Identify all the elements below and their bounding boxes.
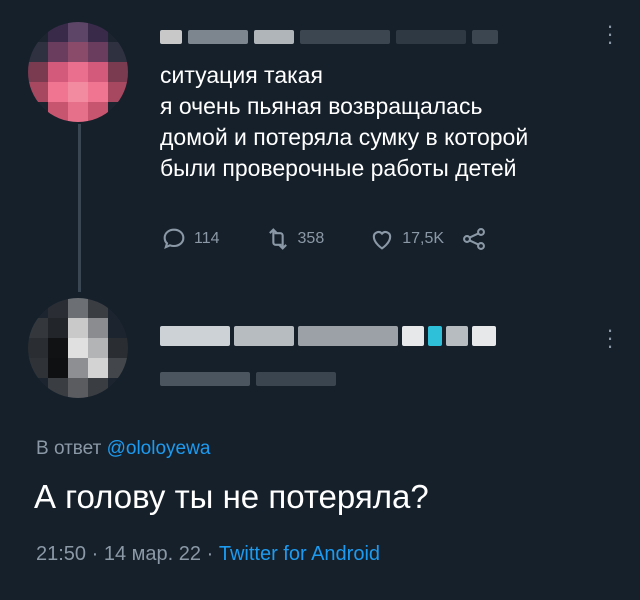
reply-context: В ответ @ololoyewa: [36, 438, 210, 460]
reply-author-name-censored[interactable]: [160, 326, 496, 346]
reply-handle-link[interactable]: @ololoyewa: [107, 438, 211, 459]
reply-button[interactable]: 114: [160, 225, 220, 253]
tweet-metadata: 21:50 · 14 мар. 22 · Twitter for Android: [36, 543, 380, 566]
original-tweet-line: были проверочные работы детей: [160, 155, 517, 181]
original-tweet-line: ситуация такая: [160, 62, 323, 88]
original-tweet-line: домой и потеряла сумку в которой: [160, 124, 529, 150]
like-button[interactable]: 17,5K: [368, 225, 444, 253]
reply-icon: [163, 228, 185, 250]
tweet-client-link[interactable]: Twitter for Android: [219, 543, 380, 565]
reply-author-handle-censored[interactable]: [160, 372, 336, 386]
reply-prefix: В ответ: [36, 438, 102, 459]
original-author-name-censored[interactable]: [160, 30, 498, 44]
reply-tweet-text: А голову ты не потеряла?: [34, 478, 429, 515]
tweet-date[interactable]: 14 мар. 22: [104, 543, 201, 565]
reply-more-icon[interactable]: · · ·: [600, 319, 620, 357]
reply-author-avatar[interactable]: [28, 298, 128, 398]
share-button[interactable]: [460, 225, 488, 253]
tweet-time[interactable]: 21:50: [36, 543, 86, 565]
like-count: 17,5K: [402, 230, 445, 247]
heart-icon: [373, 231, 392, 250]
meta-separator: ·: [91, 543, 99, 565]
original-tweet-line: я очень пьяная возвращалась: [160, 93, 483, 119]
retweet-count: 358: [297, 230, 325, 247]
retweet-button[interactable]: 358: [264, 225, 325, 253]
meta-separator: ·: [206, 543, 214, 565]
original-more-icon[interactable]: · · ·: [600, 15, 620, 53]
original-tweet-actions: 114 358 17,5K: [160, 222, 488, 256]
original-author-avatar[interactable]: [28, 22, 128, 122]
retweet-icon: [268, 228, 287, 250]
share-icon: [463, 228, 485, 250]
thread-connector-line: [78, 124, 81, 292]
original-tweet-text: ситуация такая я очень пьяная возвращала…: [160, 60, 620, 184]
reply-count: 114: [194, 230, 220, 247]
